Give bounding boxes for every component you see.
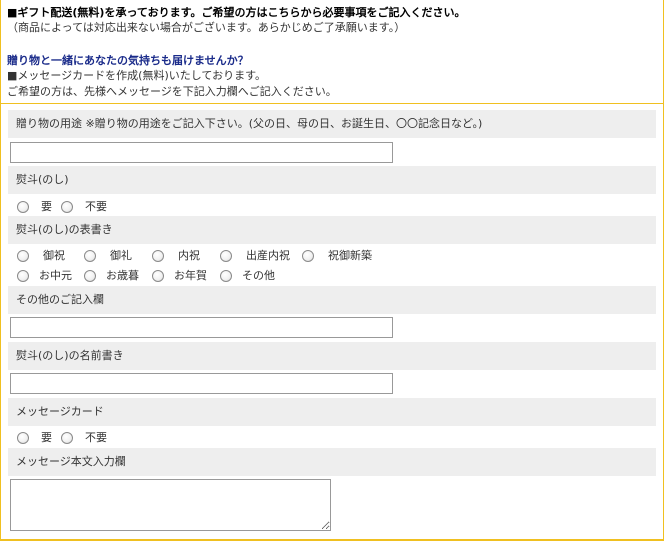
omotegaki-radio-ochugen[interactable]: お中元: [17, 268, 72, 284]
message-textarea[interactable]: [10, 479, 331, 531]
card-radio-no[interactable]: 不要: [61, 430, 107, 446]
message-label: メッセージ本文入力欄: [16, 455, 126, 468]
radio-button[interactable]: [220, 270, 232, 282]
radio-label: 内祝: [178, 249, 200, 262]
radio-label: 不要: [85, 200, 107, 213]
radio-button[interactable]: [61, 432, 73, 444]
radio-button[interactable]: [17, 270, 29, 282]
purpose-input[interactable]: [10, 142, 393, 163]
other-input[interactable]: [10, 317, 393, 338]
other-label-row: その他のご記入欄: [8, 286, 656, 314]
omotegaki-radio-oseibo[interactable]: お歳暮: [84, 268, 139, 284]
omotegaki-label-row: 熨斗(のし)の表書き: [8, 216, 656, 244]
radio-label: その他: [242, 269, 275, 282]
radio-button[interactable]: [61, 201, 73, 213]
radio-button[interactable]: [17, 250, 29, 262]
gift-intro-section: ■ギフト配送(無料)を承っております。ご希望の方はこちらから必要事項をご記入くだ…: [1, 0, 663, 104]
radio-label: 御礼: [110, 249, 132, 262]
radio-button[interactable]: [302, 250, 314, 262]
omotegaki-radio-shussan[interactable]: 出産内祝: [220, 248, 290, 264]
gift-delivery-notice: ■ギフト配送(無料)を承っております。ご希望の方はこちらから必要事項をご記入くだ…: [7, 6, 466, 19]
card-label-row: メッセージカード: [8, 398, 656, 426]
radio-label: お歳暮: [106, 269, 139, 282]
omotegaki-radio-onenga[interactable]: お年賀: [152, 268, 207, 284]
purpose-label-row: 贈り物の用途 ※贈り物の用途をご記入下さい。(父の日、母の日、お誕生日、〇〇記念…: [8, 110, 656, 138]
purpose-label: 贈り物の用途 ※贈り物の用途をご記入下さい。(父の日、母の日、お誕生日、〇〇記念…: [16, 117, 483, 130]
radio-button[interactable]: [152, 270, 164, 282]
message-label-row: メッセージ本文入力欄: [8, 448, 656, 476]
omotegaki-radio-sonota[interactable]: その他: [220, 268, 275, 284]
radio-button[interactable]: [84, 270, 96, 282]
radio-button[interactable]: [84, 250, 96, 262]
radio-button[interactable]: [17, 201, 29, 213]
message-card-instruction: ご希望の方は、先様へメッセージを下記入力欄へご記入ください。: [7, 85, 337, 98]
radio-label: 祝御新築: [328, 249, 372, 262]
radio-button[interactable]: [17, 432, 29, 444]
radio-label: 不要: [85, 431, 107, 444]
namegaki-input[interactable]: [10, 373, 393, 394]
message-heading: 贈り物と一緒にあなたの気持ちも届けませんか？: [7, 54, 249, 67]
other-label: その他のご記入欄: [16, 293, 104, 306]
omotegaki-radio-goiwai[interactable]: 御祝: [17, 248, 65, 264]
omotegaki-label: 熨斗(のし)の表書き: [16, 223, 113, 236]
omotegaki-radio-uchiiwai[interactable]: 内祝: [152, 248, 200, 264]
noshi-label-row: 熨斗(のし): [8, 166, 656, 194]
radio-label: 御祝: [43, 249, 65, 262]
radio-button[interactable]: [220, 250, 232, 262]
noshi-radio-no[interactable]: 不要: [61, 199, 107, 215]
namegaki-label: 熨斗(のし)の名前書き: [16, 349, 124, 362]
radio-button[interactable]: [152, 250, 164, 262]
namegaki-label-row: 熨斗(のし)の名前書き: [8, 342, 656, 370]
radio-label: お中元: [39, 269, 72, 282]
message-card-notice: ■メッセージカードを作成(無料)いたしております。: [7, 69, 266, 82]
noshi-label: 熨斗(のし): [16, 173, 69, 186]
omotegaki-radio-shinchiku[interactable]: 祝御新築: [302, 248, 372, 264]
noshi-radio-yes[interactable]: 要: [17, 199, 52, 215]
radio-label: 出産内祝: [246, 249, 290, 262]
radio-label: お年賀: [174, 269, 207, 282]
radio-label: 要: [41, 431, 52, 444]
omotegaki-radio-orei[interactable]: 御礼: [84, 248, 132, 264]
card-label: メッセージカード: [16, 405, 104, 418]
card-radio-yes[interactable]: 要: [17, 430, 52, 446]
gift-delivery-note: （商品によっては対応出来ない場合がございます。あらかじめご了承願います。）: [7, 21, 406, 34]
radio-label: 要: [41, 200, 52, 213]
